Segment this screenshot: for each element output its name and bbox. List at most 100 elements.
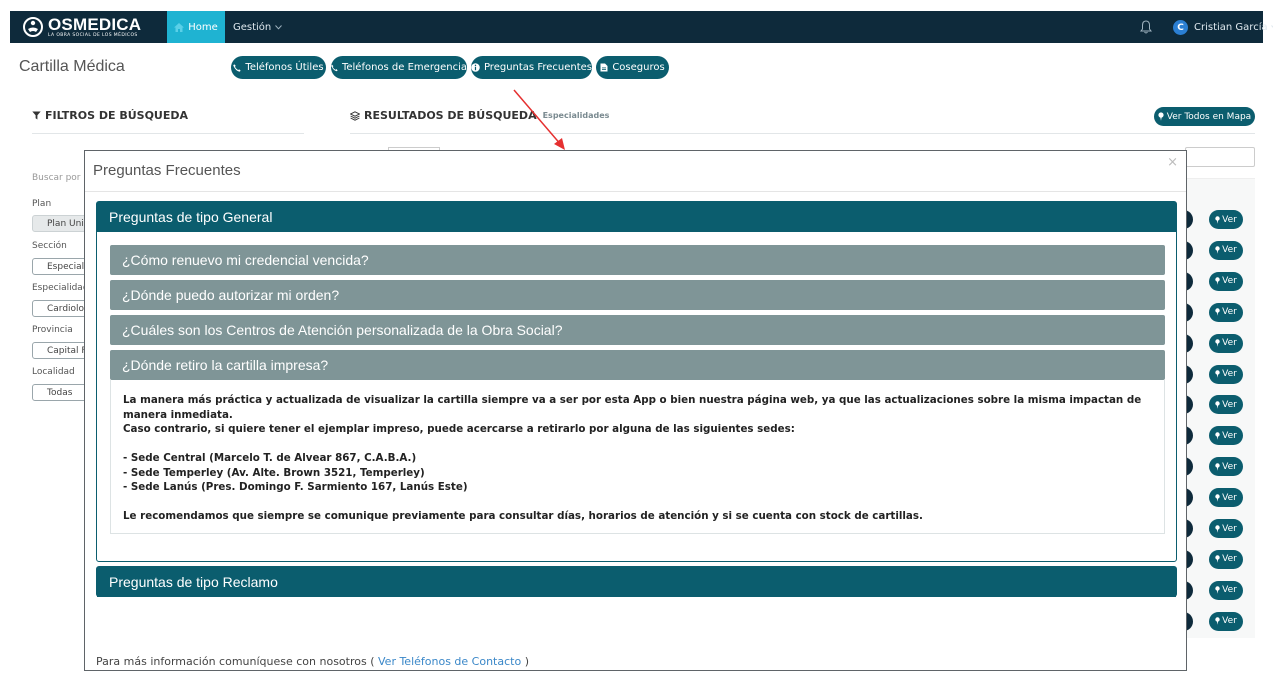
- osmedica-logo[interactable]: OSMEDICA LA OBRA SOCIAL DE LOS MÉDICOS: [22, 15, 141, 39]
- ver-button[interactable]: Ver: [1209, 488, 1243, 508]
- telefonos-emergencia-button[interactable]: Teléfonos de Emergencia: [331, 56, 467, 79]
- telefonos-utiles-button[interactable]: Teléfonos Útiles: [231, 56, 326, 79]
- faq-question-centros[interactable]: ¿Cuáles son los Centros de Atención pers…: [110, 315, 1165, 345]
- localidad-label: Localidad: [32, 367, 75, 377]
- map-pin-icon: [1215, 308, 1220, 316]
- nav-gestion-label: Gestión: [233, 21, 272, 33]
- nav-gestion-dropdown[interactable]: Gestión: [233, 11, 283, 43]
- top-navbar: OSMEDICA LA OBRA SOCIAL DE LOS MÉDICOS H…: [10, 11, 1273, 43]
- pill-label: Teléfonos de Emergencia: [341, 62, 467, 73]
- ver-button[interactable]: Ver: [1209, 333, 1243, 353]
- ver-telefonos-contacto-link[interactable]: Ver Teléfonos de Contacto: [378, 655, 521, 668]
- map-pin-icon: [1215, 555, 1220, 564]
- ver-button[interactable]: Ver: [1209, 364, 1243, 384]
- filters-heading: FILTROS DE BÚSQUEDA: [32, 109, 188, 122]
- general-questions-panel: Preguntas de tipo General ¿Cómo renuevo …: [96, 201, 1177, 562]
- answer-paragraph: La manera más práctica y actualizada de …: [123, 394, 1142, 421]
- map-pin-icon: [1215, 586, 1220, 595]
- ver-label: Ver: [1222, 492, 1237, 503]
- pill-label: Teléfonos Útiles: [245, 62, 324, 73]
- ver-label: Ver: [1222, 430, 1237, 441]
- ver-label: Ver: [1222, 616, 1237, 627]
- general-questions-header[interactable]: Preguntas de tipo General: [97, 202, 1176, 232]
- info-icon: [471, 63, 480, 72]
- pill-label: Preguntas Frecuentes: [483, 62, 592, 73]
- layers-icon: [350, 110, 360, 121]
- especialidad-select[interactable]: Cardiolog: [32, 300, 92, 317]
- nav-home[interactable]: Home: [167, 11, 225, 43]
- ver-label: Ver: [1222, 245, 1237, 256]
- faq-question-autorizar[interactable]: ¿Dónde puedo autorizar mi orden?: [110, 280, 1165, 310]
- results-heading: RESULTADOS DE BÚSQUEDA Especialidades: [350, 109, 609, 122]
- logo-name: OSMEDICA: [48, 14, 142, 34]
- ver-button[interactable]: Ver: [1209, 210, 1243, 229]
- filters-divider: [32, 133, 304, 134]
- map-pin-icon: [1215, 432, 1220, 440]
- map-pin-icon: [1158, 112, 1164, 121]
- ver-button[interactable]: Ver: [1209, 580, 1243, 600]
- map-pin-icon: [1215, 215, 1220, 224]
- chevron-down-icon: [275, 24, 283, 30]
- logo-tagline: LA OBRA SOCIAL DE LOS MÉDICOS: [48, 32, 138, 38]
- ver-button[interactable]: Ver: [1209, 611, 1243, 631]
- search-input-placeholder[interactable]: Buscar por: [32, 173, 81, 183]
- map-pin-icon: [1215, 617, 1220, 625]
- ver-button[interactable]: Ver: [1209, 271, 1243, 291]
- answer-paragraph: Caso contrario, si quiere tener el ejemp…: [123, 423, 795, 435]
- user-name: Cristian García: [1194, 21, 1268, 33]
- especialidad-label: Especialidad: [32, 283, 89, 293]
- map-pin-icon: [1215, 493, 1220, 502]
- page-title: Cartilla Médica: [19, 58, 125, 75]
- ver-button[interactable]: Ver: [1209, 457, 1243, 477]
- ver-button[interactable]: Ver: [1209, 426, 1243, 446]
- seccion-select[interactable]: Especiali: [32, 258, 92, 275]
- results-search-input[interactable]: [1185, 147, 1255, 167]
- ver-label: Ver: [1222, 276, 1237, 287]
- ver-label: Ver: [1222, 369, 1237, 379]
- faq-modal: Preguntas Frecuentes × Preguntas de tipo…: [84, 150, 1187, 671]
- faq-question-cartilla[interactable]: ¿Dónde retiro la cartilla impresa?: [110, 350, 1165, 380]
- faq-question-credencial[interactable]: ¿Cómo renuevo mi credencial vencida?: [110, 245, 1165, 275]
- answer-closing: Le recomendamos que siempre se comunique…: [123, 510, 923, 522]
- plan-select[interactable]: Plan Univ: [32, 215, 92, 232]
- coseguros-button[interactable]: Coseguros: [596, 56, 669, 79]
- provincia-select[interactable]: Capital F: [32, 342, 92, 359]
- footer-text: Para más información comuníquese con nos…: [96, 655, 378, 668]
- map-button-label: Ver Todos en Mapa: [1166, 111, 1252, 122]
- filters-heading-text: FILTROS DE BÚSQUEDA: [45, 109, 189, 122]
- map-pin-icon: [1215, 339, 1220, 347]
- map-pin-icon: [1215, 277, 1220, 286]
- modal-header-divider: [85, 191, 1186, 192]
- user-avatar[interactable]: C: [1173, 20, 1188, 35]
- reclamo-questions-panel: Preguntas de tipo Reclamo: [96, 566, 1177, 597]
- user-menu[interactable]: Cristian García: [1194, 11, 1273, 43]
- preguntas-frecuentes-button[interactable]: Preguntas Frecuentes: [471, 56, 592, 79]
- phone-icon: [331, 64, 338, 71]
- ver-label: Ver: [1222, 461, 1237, 472]
- reclamo-questions-header[interactable]: Preguntas de tipo Reclamo: [97, 567, 1176, 597]
- ver-todos-en-mapa-button[interactable]: Ver Todos en Mapa: [1154, 107, 1255, 126]
- home-icon: [174, 22, 185, 32]
- pill-label: Coseguros: [612, 62, 665, 73]
- results-divider: [350, 133, 1255, 134]
- seccion-label: Sección: [32, 241, 67, 251]
- localidad-select[interactable]: Todas: [32, 384, 92, 401]
- map-pin-icon: [1215, 462, 1220, 471]
- logo-icon: [23, 17, 43, 37]
- ver-button[interactable]: Ver: [1209, 395, 1243, 415]
- ver-button[interactable]: Ver: [1209, 549, 1243, 569]
- sede-lanus: - Sede Lanús (Pres. Domingo F. Sarmiento…: [123, 481, 468, 493]
- close-icon[interactable]: ×: [1167, 155, 1178, 170]
- ver-label: Ver: [1222, 338, 1237, 349]
- provincia-label: Provincia: [32, 325, 73, 335]
- nav-home-label: Home: [188, 21, 218, 33]
- plan-label: Plan: [32, 199, 52, 209]
- ver-button[interactable]: Ver: [1209, 519, 1243, 538]
- bell-icon[interactable]: [1140, 20, 1152, 34]
- phone-icon: [233, 63, 242, 72]
- filter-icon: [32, 111, 41, 120]
- map-pin-icon: [1215, 524, 1220, 533]
- sede-central: - Sede Central (Marcelo T. de Alvear 867…: [123, 452, 417, 464]
- ver-button[interactable]: Ver: [1209, 240, 1243, 260]
- ver-button[interactable]: Ver: [1209, 302, 1243, 322]
